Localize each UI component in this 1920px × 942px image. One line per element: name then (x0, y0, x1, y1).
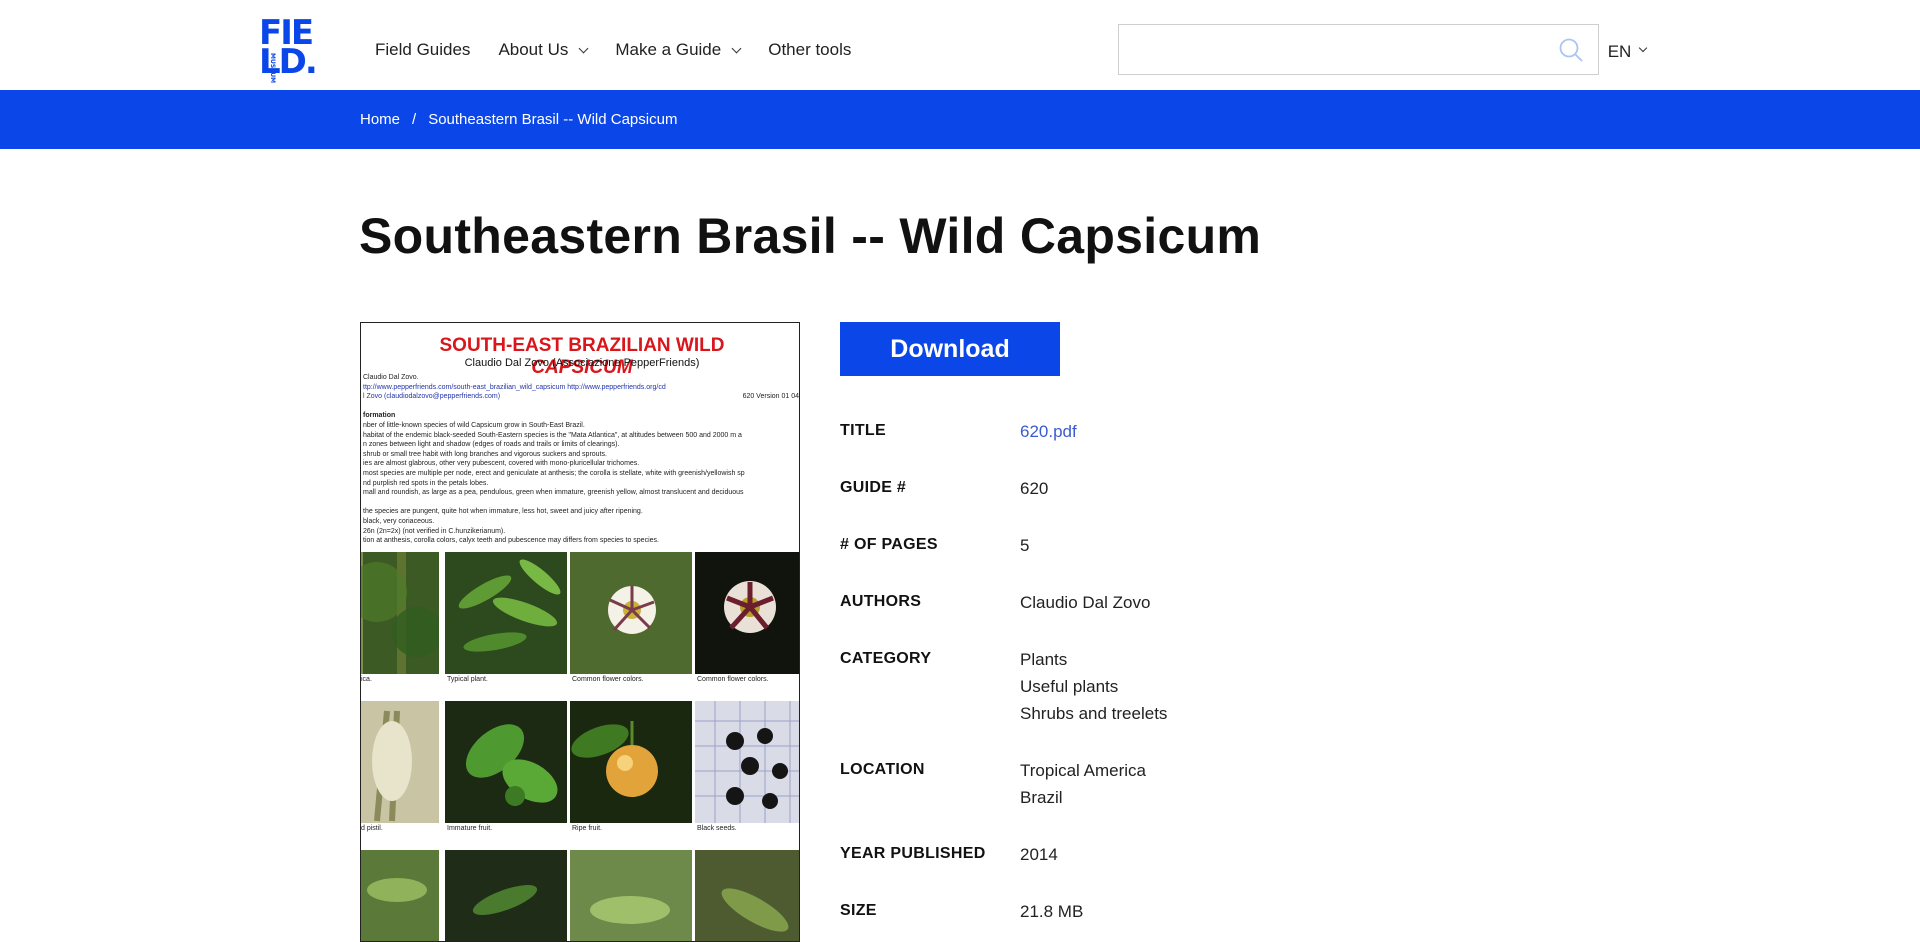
preview-subtitle: Claudio Dal Zovo (Associazione PepperFri… (464, 357, 700, 369)
caption: Common flower colors. (697, 676, 769, 683)
breadcrumb: Home / Southeastern Brasil -- Wild Capsi… (360, 111, 677, 128)
preview-text-line (363, 402, 799, 412)
preview-text-line: black, very coriaceous. (363, 517, 435, 525)
site-header: FIE LD. MUSEUM Field Guides About Us Mak… (0, 0, 1920, 91)
preview-text-line: most species are multiple per node, erec… (363, 469, 745, 477)
nav-label: Field Guides (375, 40, 471, 59)
breadcrumb-current: Southeastern Brasil -- Wild Capsicum (428, 111, 678, 128)
preview-text-line (363, 498, 799, 508)
preview-text-line: nd purplish red spots in the petals lobe… (363, 479, 489, 487)
preview-text-line: ttp://www.pepperfriends.com/south-east_b… (363, 383, 666, 391)
photo-plant-3a (361, 850, 439, 941)
caption: d pistil. (361, 825, 383, 832)
meta-value-size: 21.8 MB (1020, 902, 1084, 921)
nav-field-guides[interactable]: Field Guides (375, 40, 470, 60)
download-button[interactable]: Download (840, 322, 1060, 376)
field-museum-logo[interactable]: FIE LD. MUSEUM (259, 16, 321, 84)
breadcrumb-home[interactable]: Home (360, 111, 400, 128)
nav-label: Other tools (768, 40, 852, 59)
caption: Black seeds. (697, 825, 737, 832)
photo-ripe-fruit (570, 701, 692, 823)
caption: Ripe fruit. (572, 825, 602, 832)
preview-text-line: tion at anthesis, corolla colors, calyx … (363, 537, 659, 545)
meta-value-title: 620.pdf (1020, 418, 1077, 445)
meta-label-pages: # OF PAGES (840, 536, 938, 553)
caption: ica. (361, 676, 372, 683)
preview-text-line: nber of little-known species of wild Cap… (363, 421, 585, 429)
breadcrumb-bar: Home / Southeastern Brasil -- Wild Capsi… (0, 90, 1920, 149)
breadcrumb-separator: / (412, 111, 417, 128)
preview-text-line: the species are pungent, quite hot when … (363, 508, 643, 516)
meta-label-title: TITLE (840, 422, 886, 439)
meta-value-year: 2014 (1020, 845, 1058, 864)
main-nav: Field Guides About Us Make a Guide Other… (375, 40, 879, 60)
preview-text-line: ies are almost glabrous, other very pube… (363, 460, 640, 468)
category-item: Plants (1020, 650, 1068, 669)
preview-title-main: SOUTH-EAST BRAZILIAN WILD (439, 335, 725, 356)
caption: Common flower colors. (572, 676, 644, 683)
page-title: Southeastern Brasil -- Wild Capsicum (359, 208, 1262, 264)
caption: Typical plant. (447, 676, 488, 683)
preview-text-line: Claudio Dal Zovo. (363, 374, 419, 381)
preview-text-block: Claudio Dal Zovo. ttp://www.pepperfriends… (363, 373, 799, 546)
search-input[interactable] (1118, 24, 1599, 75)
photo-flower-white (570, 552, 692, 674)
preview-text-line: shrub or small tree habit with long bran… (363, 450, 607, 458)
preview-text-line: formation (363, 412, 396, 420)
preview-text-line: n zones between light and shadow (edges … (363, 441, 620, 449)
meta-value-location: Tropical America Brazil (1020, 757, 1146, 811)
preview-text-line: habitat of the endemic black-seeded Sout… (363, 431, 742, 439)
search-icon[interactable] (1558, 37, 1584, 63)
chevron-down-icon (731, 43, 742, 53)
preview-text-line: 26n (2n=2x) (not verified in C.hunzikeri… (363, 527, 506, 535)
location-item: Tropical America (1020, 761, 1146, 780)
location-item: Brazil (1020, 788, 1063, 807)
preview-text-line: mall and roundish, as large as a pea, pe… (363, 489, 744, 497)
language-label: EN (1607, 42, 1632, 61)
photo-black-seeds (695, 701, 799, 823)
meta-value-pages: 5 (1020, 536, 1030, 555)
meta-value-guide-number: 620 (1020, 479, 1049, 498)
meta-value-authors: Claudio Dal Zovo (1020, 593, 1151, 612)
photo-flower-purple (695, 552, 799, 674)
photo-immature-fruit (445, 701, 567, 823)
chevron-down-icon (578, 43, 589, 53)
category-item: Useful plants (1020, 677, 1119, 696)
nav-about-us[interactable]: About Us (498, 40, 589, 60)
photo-pistil (361, 701, 439, 823)
caption: Immature fruit. (447, 825, 493, 832)
category-item: Shrubs and treelets (1020, 704, 1168, 723)
photo-plant-3d (695, 850, 799, 941)
guide-preview-image[interactable]: SOUTH-EAST BRAZILIAN WILD CAPSICUM Claud… (360, 322, 800, 942)
meta-label-location: LOCATION (840, 761, 925, 778)
nav-label: Make a Guide (615, 40, 722, 59)
meta-value-category: Plants Useful plants Shrubs and treelets (1020, 646, 1167, 727)
photo-typical-plant (445, 552, 567, 674)
language-selector[interactable]: EN (1599, 24, 1655, 91)
nav-other-tools[interactable]: Other tools (768, 40, 851, 60)
nav-label: About Us (498, 40, 569, 59)
meta-label-year: YEAR PUBLISHED (840, 845, 986, 862)
meta-label-guide-number: GUIDE # (840, 479, 907, 496)
photo-plant-3b (445, 850, 567, 941)
photo-forest (361, 552, 439, 674)
logo-text-vertical: MUSEUM (269, 53, 276, 84)
photo-plant-3c (570, 850, 692, 941)
nav-make-a-guide[interactable]: Make a Guide (615, 40, 742, 60)
pdf-file-link[interactable]: 620.pdf (1020, 422, 1077, 441)
meta-label-authors: AUTHORS (840, 593, 922, 610)
meta-label-category: CATEGORY (840, 650, 932, 667)
meta-label-size: SIZE (840, 902, 877, 919)
chevron-down-icon (1639, 43, 1648, 53)
